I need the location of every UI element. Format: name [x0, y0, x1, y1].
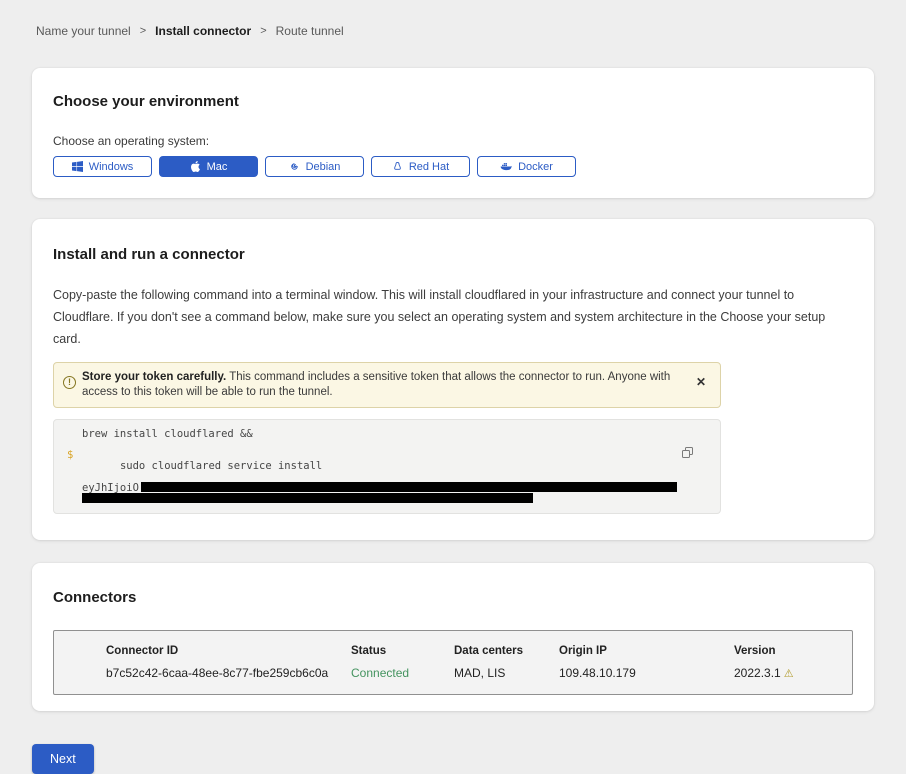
os-button-label: Windows [89, 161, 134, 173]
install-card-title: Install and run a connector [53, 246, 853, 263]
close-icon[interactable]: ✕ [696, 376, 706, 388]
os-button-label: Red Hat [409, 161, 449, 173]
next-button[interactable]: Next [32, 744, 94, 774]
column-header-status: Status [351, 645, 454, 657]
breadcrumb-separator: > [140, 25, 146, 37]
os-button-group: Windows Mac Debian Red Hat Docker [53, 156, 853, 177]
windows-icon [72, 161, 83, 172]
breadcrumb-step-install-connector[interactable]: Install connector [155, 24, 251, 38]
origin-ip-value: 109.48.10.179 [559, 666, 734, 680]
os-button-label: Debian [306, 161, 341, 173]
os-button-windows[interactable]: Windows [53, 156, 152, 177]
shell-prompt: $ [67, 450, 73, 461]
os-button-mac[interactable]: Mac [159, 156, 258, 177]
connectors-table: Connector ID Status Data centers Origin … [53, 630, 853, 695]
column-header-version: Version [734, 645, 842, 657]
apple-icon [190, 161, 201, 172]
os-select-label: Choose an operating system: [53, 134, 853, 148]
redacted-token-bar [82, 493, 533, 503]
token-warning-bold: Store your token carefully. [82, 371, 226, 383]
environment-card-title: Choose your environment [53, 93, 853, 110]
environment-card: Choose your environment Choose an operat… [32, 68, 874, 198]
data-centers-value: MAD, LIS [454, 666, 559, 680]
copy-icon[interactable] [681, 446, 694, 462]
breadcrumb-step-route-tunnel[interactable]: Route tunnel [276, 24, 344, 38]
connectors-card: Connectors Connector ID Status Data cent… [32, 563, 874, 711]
column-header-origin-ip: Origin IP [559, 645, 734, 657]
code-line-spacer [54, 440, 720, 450]
code-line-brew: brew install cloudflared && [54, 429, 720, 440]
redhat-icon [392, 161, 403, 172]
info-circle-icon: ! [63, 376, 76, 389]
os-button-redhat[interactable]: Red Hat [371, 156, 470, 177]
debian-icon [289, 161, 300, 172]
command-code-block: brew install cloudflared && $sudo cloudf… [53, 419, 721, 514]
os-button-label: Docker [518, 161, 553, 173]
redacted-token-bar [141, 482, 677, 492]
os-button-label: Mac [207, 161, 228, 173]
breadcrumb-separator: > [260, 25, 266, 37]
code-line-install: $sudo cloudflared service install [54, 450, 720, 483]
code-line-token-2 [54, 494, 720, 505]
status-badge: Connected [351, 666, 454, 680]
version-value: 2022.3.1⚠ [734, 666, 842, 680]
install-description: Copy-paste the following command into a … [53, 284, 853, 350]
install-card: Install and run a connector Copy-paste t… [32, 219, 874, 540]
breadcrumb: Name your tunnel > Install connector > R… [0, 0, 906, 38]
column-header-data-centers: Data centers [454, 645, 559, 657]
connector-id-value: b7c52c42-6caa-48ee-8c77-fbe259cb6c0a [106, 666, 351, 680]
column-header-connector-id: Connector ID [106, 645, 351, 657]
os-button-docker[interactable]: Docker [477, 156, 576, 177]
docker-icon [500, 161, 512, 172]
os-button-debian[interactable]: Debian [265, 156, 364, 177]
connectors-card-title: Connectors [53, 589, 853, 606]
breadcrumb-step-name-tunnel[interactable]: Name your tunnel [36, 24, 131, 38]
token-warning-banner: ! Store your token carefully. This comma… [53, 362, 721, 408]
version-warning-icon: ⚠ [784, 668, 794, 680]
